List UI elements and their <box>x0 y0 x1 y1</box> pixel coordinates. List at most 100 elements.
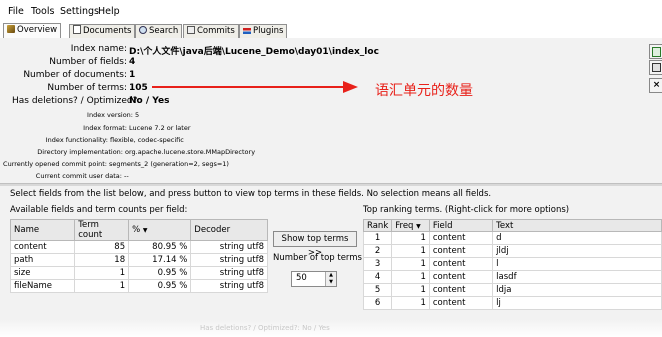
col-term-count[interactable]: Term count <box>74 219 130 241</box>
table-row[interactable]: 4 1 content lasdf <box>362 270 662 284</box>
deletions-value: No / Yes <box>129 96 170 106</box>
cell-text: lasdf <box>492 270 662 284</box>
menu-tools[interactable]: Tools <box>31 6 54 17</box>
index-format-label: Index format: <box>83 124 127 132</box>
cell-name: fileName <box>9 279 76 293</box>
search-icon <box>139 26 147 34</box>
num-top-terms-spinner[interactable]: 50 ▲ ▼ <box>291 271 337 287</box>
col-field[interactable]: Field <box>428 219 494 232</box>
index-func-value: flexible, codec-specific <box>110 136 184 144</box>
cell-name: size <box>9 266 76 280</box>
commits-icon <box>187 26 195 34</box>
cell-decoder[interactable]: string utf8 <box>190 266 268 280</box>
col-freq[interactable]: Freq ▼ <box>391 219 430 232</box>
num-fields-label: Number of fields: <box>49 57 127 67</box>
col-percent[interactable]: % ▼ <box>128 219 192 241</box>
index-func-label: Index functionality: <box>45 136 108 144</box>
cell-rank: 4 <box>362 270 393 284</box>
top-terms-table: Rank Freq ▼ Field Text 1 1 content d 2 1… <box>362 219 662 310</box>
commit-point-value: segments_2 (generation=2, segs=1) <box>109 160 229 168</box>
cell-field: content <box>428 257 494 271</box>
table-row[interactable]: 6 1 content lj <box>362 296 662 310</box>
table-row[interactable]: 1 1 content d <box>362 231 662 245</box>
tab-search-label: Search <box>149 26 179 36</box>
cell-text: l <box>492 257 662 271</box>
num-terms-label: Number of terms: <box>47 83 127 93</box>
annotation-label: 语汇单元的数量 <box>375 83 473 99</box>
menu-settings[interactable]: Settings <box>60 6 99 17</box>
bottom-fade <box>0 320 662 337</box>
cell-freq: 1 <box>391 270 430 284</box>
table-row[interactable]: 3 1 content l <box>362 257 662 271</box>
num-fields-value: 4 <box>129 57 136 67</box>
col-name[interactable]: Name <box>9 219 76 241</box>
cell-rank: 1 <box>362 231 393 245</box>
index-version-value: 5 <box>135 111 140 119</box>
cell-decoder[interactable]: string utf8 <box>190 253 268 267</box>
overview-panel: Index name: D:\个人文件\java后端\Lucene_Demo\d… <box>0 38 662 183</box>
col-rank[interactable]: Rank <box>362 219 393 232</box>
cell-count: 85 <box>74 240 130 254</box>
num-top-terms-value: 50 <box>296 273 307 283</box>
documents-icon <box>73 25 81 34</box>
index-name-value: D:\个人文件\java后端\Lucene_Demo\day01\index_l… <box>129 47 379 57</box>
cell-percent: 17.14 % <box>128 253 192 267</box>
cell-name: content <box>9 240 76 254</box>
table-row[interactable]: 5 1 content ldja <box>362 283 662 297</box>
show-top-terms-button[interactable]: Show top terms >> <box>273 231 357 258</box>
menu-file[interactable]: File <box>8 6 24 17</box>
cell-text: lj <box>492 296 662 310</box>
save-icon[interactable] <box>649 60 662 75</box>
commit-point-label: Currently opened commit point: <box>3 160 107 168</box>
tab-commits[interactable]: Commits <box>183 24 239 38</box>
cell-decoder[interactable]: string utf8 <box>190 279 268 293</box>
plugins-icon <box>243 28 251 34</box>
table-row[interactable]: fileName 1 0.95 % string utf8 <box>9 279 268 293</box>
cell-freq: 1 <box>391 244 430 258</box>
cell-name: path <box>9 253 76 267</box>
col-decoder[interactable]: Decoder <box>190 219 268 241</box>
table-row[interactable]: size 1 0.95 % string utf8 <box>9 266 268 280</box>
col-text[interactable]: Text <box>492 219 662 232</box>
cell-count: 1 <box>74 279 130 293</box>
commit-user-value: -- <box>124 172 129 180</box>
fields-panel: Select fields from the list below, and p… <box>0 186 662 337</box>
cell-field: content <box>428 283 494 297</box>
tab-search[interactable]: Search <box>135 24 183 38</box>
cell-rank: 5 <box>362 283 393 297</box>
index-version-label: Index version: <box>87 111 133 119</box>
index-name-label: Index name: <box>70 44 127 54</box>
menu-help[interactable]: Help <box>98 6 120 17</box>
commit-user-label: Current commit user data: <box>35 172 122 180</box>
cell-text: ldja <box>492 283 662 297</box>
cell-text: jldj <box>492 244 662 258</box>
num-docs-label: Number of documents: <box>23 70 127 80</box>
cell-decoder[interactable]: string utf8 <box>190 240 268 254</box>
close-icon[interactable]: × <box>649 78 662 93</box>
table-row[interactable]: 2 1 content jldj <box>362 244 662 258</box>
table-row[interactable]: path 18 17.14 % string utf8 <box>9 253 268 267</box>
open-index-icon[interactable] <box>649 44 662 59</box>
tab-commits-label: Commits <box>197 26 235 36</box>
overview-icon <box>7 25 15 33</box>
dir-impl-value: org.apache.lucene.store.MMapDirectory <box>125 148 256 156</box>
spinner-arrows-icon[interactable]: ▲ ▼ <box>325 272 336 286</box>
tab-bar: Overview Documents Search Commits Plugin… <box>0 22 662 39</box>
cell-freq: 1 <box>391 283 430 297</box>
tab-overview[interactable]: Overview <box>3 23 62 39</box>
cell-text: d <box>492 231 662 245</box>
table-row[interactable]: content 85 80.95 % string utf8 <box>9 240 268 254</box>
tab-plugins[interactable]: Plugins <box>239 24 288 38</box>
num-top-terms-label: Number of top terms: <box>273 253 365 263</box>
cell-freq: 1 <box>391 231 430 245</box>
sort-desc-icon: ▼ <box>142 227 148 234</box>
cell-rank: 3 <box>362 257 393 271</box>
tab-plugins-label: Plugins <box>253 26 284 36</box>
terms-header-row: Rank Freq ▼ Field Text <box>362 219 662 232</box>
tab-documents[interactable]: Documents <box>69 24 136 38</box>
tab-documents-label: Documents <box>83 26 132 36</box>
cell-count: 18 <box>74 253 130 267</box>
ghost-text: Has deletions? / Optimized?: No / Yes <box>200 324 330 332</box>
dir-impl-label: Directory implementation: <box>37 148 123 156</box>
cell-percent: 0.95 % <box>128 266 192 280</box>
